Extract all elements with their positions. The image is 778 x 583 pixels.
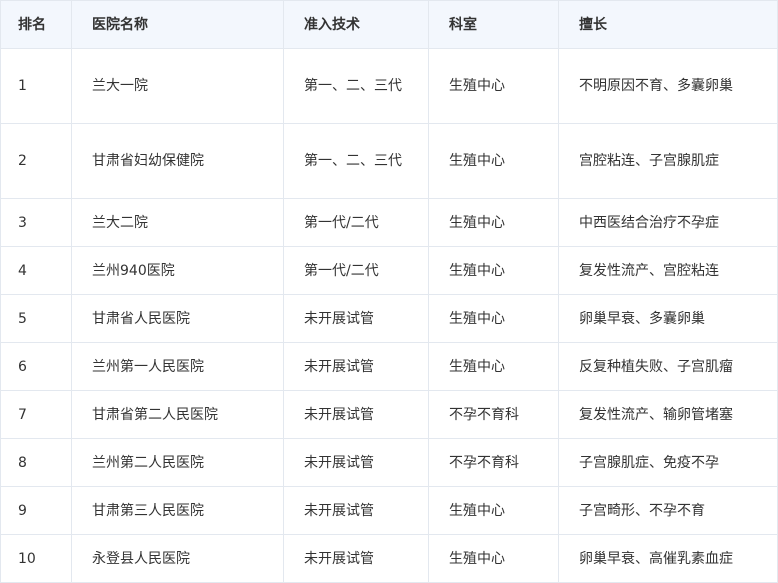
cell-department: 生殖中心 (428, 534, 559, 583)
cell-hospital-name: 兰州第二人民医院 (71, 438, 284, 487)
cell-specialty: 子宫畸形、不孕不育 (558, 486, 778, 535)
cell-hospital-name: 甘肃省妇幼保健院 (71, 123, 284, 199)
cell-technology: 第一代/二代 (283, 246, 429, 295)
header-hospital-name: 医院名称 (71, 0, 284, 49)
table-row: 6 兰州第一人民医院 未开展试管 生殖中心 反复种植失败、子宫肌瘤 (0, 342, 778, 391)
cell-department: 不孕不育科 (428, 390, 559, 439)
cell-rank: 8 (0, 438, 72, 487)
cell-rank: 4 (0, 246, 72, 295)
cell-technology: 未开展试管 (283, 342, 429, 391)
table-row: 3 兰大二院 第一代/二代 生殖中心 中西医结合治疗不孕症 (0, 198, 778, 247)
cell-specialty: 复发性流产、输卵管堵塞 (558, 390, 778, 439)
cell-technology: 未开展试管 (283, 390, 429, 439)
cell-department: 生殖中心 (428, 246, 559, 295)
table-row: 4 兰州940医院 第一代/二代 生殖中心 复发性流产、宫腔粘连 (0, 246, 778, 295)
cell-hospital-name: 兰大一院 (71, 48, 284, 124)
cell-specialty: 不明原因不育、多囊卵巢 (558, 48, 778, 124)
cell-rank: 3 (0, 198, 72, 247)
header-technology: 准入技术 (283, 0, 429, 49)
cell-department: 生殖中心 (428, 48, 559, 124)
cell-rank: 5 (0, 294, 72, 343)
cell-specialty: 中西医结合治疗不孕症 (558, 198, 778, 247)
table-row: 7 甘肃省第二人民医院 未开展试管 不孕不育科 复发性流产、输卵管堵塞 (0, 390, 778, 439)
cell-specialty: 卵巢早衰、多囊卵巢 (558, 294, 778, 343)
cell-rank: 9 (0, 486, 72, 535)
header-department: 科室 (428, 0, 559, 49)
cell-hospital-name: 兰州第一人民医院 (71, 342, 284, 391)
cell-department: 生殖中心 (428, 123, 559, 199)
cell-technology: 第一、二、三代 (283, 123, 429, 199)
cell-specialty: 子宫腺肌症、免疫不孕 (558, 438, 778, 487)
cell-department: 生殖中心 (428, 342, 559, 391)
cell-specialty: 复发性流产、宫腔粘连 (558, 246, 778, 295)
cell-hospital-name: 兰州940医院 (71, 246, 284, 295)
hospital-ranking-table: 排名 医院名称 准入技术 科室 擅长 1 兰大一院 第一、二、三代 生殖中心 不… (0, 0, 778, 583)
cell-hospital-name: 永登县人民医院 (71, 534, 284, 583)
cell-rank: 2 (0, 123, 72, 199)
cell-department: 生殖中心 (428, 486, 559, 535)
cell-technology: 未开展试管 (283, 486, 429, 535)
table-row: 9 甘肃第三人民医院 未开展试管 生殖中心 子宫畸形、不孕不育 (0, 486, 778, 535)
cell-rank: 1 (0, 48, 72, 124)
cell-specialty: 宫腔粘连、子宫腺肌症 (558, 123, 778, 199)
cell-rank: 7 (0, 390, 72, 439)
table-row: 10 永登县人民医院 未开展试管 生殖中心 卵巢早衰、高催乳素血症 (0, 534, 778, 583)
cell-department: 不孕不育科 (428, 438, 559, 487)
header-rank: 排名 (0, 0, 72, 49)
table-row: 1 兰大一院 第一、二、三代 生殖中心 不明原因不育、多囊卵巢 (0, 48, 778, 124)
cell-hospital-name: 兰大二院 (71, 198, 284, 247)
cell-specialty: 反复种植失败、子宫肌瘤 (558, 342, 778, 391)
cell-hospital-name: 甘肃省人民医院 (71, 294, 284, 343)
cell-technology: 未开展试管 (283, 438, 429, 487)
cell-rank: 10 (0, 534, 72, 583)
header-specialty: 擅长 (558, 0, 778, 49)
cell-hospital-name: 甘肃第三人民医院 (71, 486, 284, 535)
cell-technology: 第一、二、三代 (283, 48, 429, 124)
cell-department: 生殖中心 (428, 294, 559, 343)
cell-hospital-name: 甘肃省第二人民医院 (71, 390, 284, 439)
cell-specialty: 卵巢早衰、高催乳素血症 (558, 534, 778, 583)
table-row: 2 甘肃省妇幼保健院 第一、二、三代 生殖中心 宫腔粘连、子宫腺肌症 (0, 123, 778, 199)
cell-technology: 未开展试管 (283, 534, 429, 583)
cell-technology: 第一代/二代 (283, 198, 429, 247)
table-row: 8 兰州第二人民医院 未开展试管 不孕不育科 子宫腺肌症、免疫不孕 (0, 438, 778, 487)
cell-department: 生殖中心 (428, 198, 559, 247)
table-header-row: 排名 医院名称 准入技术 科室 擅长 (0, 0, 778, 49)
cell-rank: 6 (0, 342, 72, 391)
table-row: 5 甘肃省人民医院 未开展试管 生殖中心 卵巢早衰、多囊卵巢 (0, 294, 778, 343)
cell-technology: 未开展试管 (283, 294, 429, 343)
